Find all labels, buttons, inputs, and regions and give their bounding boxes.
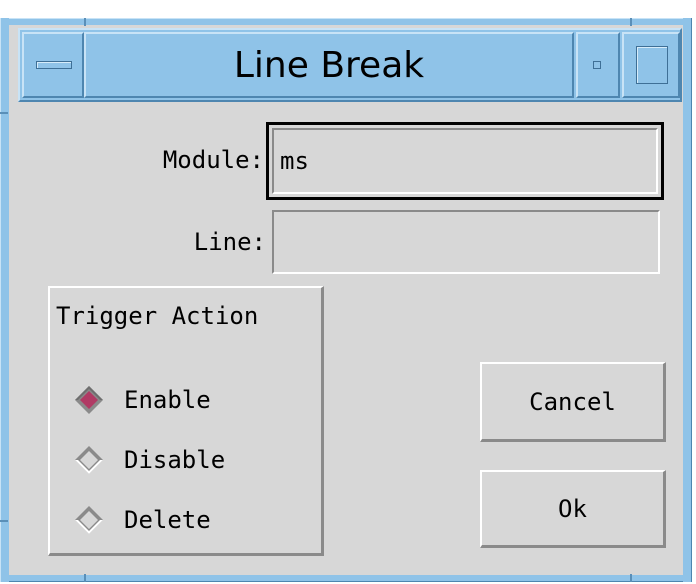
- frame-notch: [0, 520, 8, 522]
- frame-notch: [630, 18, 632, 26]
- radio-diamond-icon: [75, 506, 103, 534]
- minimize-icon: [593, 61, 601, 69]
- radio-delete[interactable]: Delete: [74, 502, 211, 538]
- trigger-action-title: Trigger Action: [56, 302, 259, 330]
- radio-disable-label: Disable: [124, 446, 226, 474]
- frame-notch: [84, 574, 86, 582]
- title-area[interactable]: Line Break: [84, 32, 574, 98]
- line-input[interactable]: [272, 210, 660, 274]
- window-frame-bottom[interactable]: [0, 575, 692, 582]
- frame-notch: [84, 18, 86, 26]
- line-label: Line:: [193, 228, 266, 256]
- window-title: Line Break: [233, 44, 425, 86]
- trigger-action-group: Trigger Action Enable Disable Delete: [48, 286, 324, 556]
- radio-diamond-icon: [75, 386, 103, 414]
- radio-disable[interactable]: Disable: [74, 442, 225, 478]
- radio-delete-label: Delete: [124, 506, 211, 534]
- minimize-button[interactable]: [576, 32, 620, 98]
- window-frame-right[interactable]: [683, 18, 692, 582]
- ok-button[interactable]: Ok: [480, 470, 666, 548]
- window-menu-button[interactable]: [22, 32, 84, 98]
- window-frame-top[interactable]: [0, 18, 692, 25]
- title-bar[interactable]: Line Break: [18, 28, 682, 102]
- radio-enable[interactable]: Enable: [74, 382, 211, 418]
- maximize-button[interactable]: [622, 32, 680, 98]
- frame-notch: [0, 112, 8, 114]
- window-menu-icon: [36, 61, 72, 69]
- module-input[interactable]: ms: [272, 128, 658, 194]
- maximize-icon: [636, 46, 668, 84]
- radio-diamond-icon: [75, 446, 103, 474]
- frame-notch: [630, 574, 632, 582]
- radio-enable-label: Enable: [124, 386, 211, 414]
- module-label: Module:: [162, 146, 264, 174]
- cancel-button[interactable]: Cancel: [480, 362, 666, 442]
- window-frame-left[interactable]: [0, 18, 9, 582]
